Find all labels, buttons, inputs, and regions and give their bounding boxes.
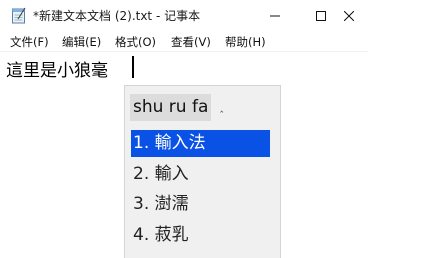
menu-edit[interactable]: 编辑(E)	[62, 34, 101, 50]
candidate-1[interactable]: 1. 輸入法	[131, 130, 270, 157]
candidate-index: 4.	[133, 225, 155, 245]
caret-up-icon: ‸	[220, 102, 224, 113]
menu-file[interactable]: 文件(F)	[10, 34, 49, 50]
menu-help[interactable]: 帮助(H)	[225, 34, 266, 50]
editor-text: 這里是小狼毫	[6, 61, 108, 81]
minimize-icon	[270, 15, 280, 17]
menu-view[interactable]: 查看(V)	[171, 34, 211, 50]
close-icon	[344, 11, 354, 21]
maximize-icon	[316, 11, 326, 21]
ime-candidate-panel: shu ru fa ‸ 1. 輸入法 2. 輸入 3. 澍濡 4. 菽乳	[124, 85, 281, 258]
candidate-index: 1.	[133, 133, 155, 153]
candidate-4[interactable]: 4. 菽乳	[131, 222, 270, 249]
notepad-icon	[12, 7, 26, 24]
candidate-index: 2.	[133, 164, 155, 184]
maximize-button[interactable]	[298, 0, 344, 32]
candidate-2[interactable]: 2. 輸入	[131, 161, 270, 188]
candidate-text: 輸入	[154, 164, 189, 184]
menu-format[interactable]: 格式(O)	[115, 34, 156, 50]
ime-composition: shu ru fa	[130, 94, 212, 121]
minimize-button[interactable]	[252, 0, 298, 32]
candidate-text: 澍濡	[154, 194, 189, 214]
text-caret	[132, 56, 134, 78]
candidate-text: 菽乳	[154, 225, 189, 245]
close-button[interactable]	[344, 0, 368, 32]
menu-bar: 文件(F) 编辑(E) 格式(O) 查看(V) 帮助(H)	[0, 32, 368, 51]
window-title: *新建文本文档 (2).txt - 记事本	[33, 9, 201, 23]
candidate-text: 輸入法	[154, 133, 206, 153]
candidate-index: 3.	[133, 194, 155, 214]
candidate-3[interactable]: 3. 澍濡	[131, 191, 270, 218]
title-bar[interactable]: *新建文本文档 (2).txt - 记事本	[0, 0, 368, 32]
